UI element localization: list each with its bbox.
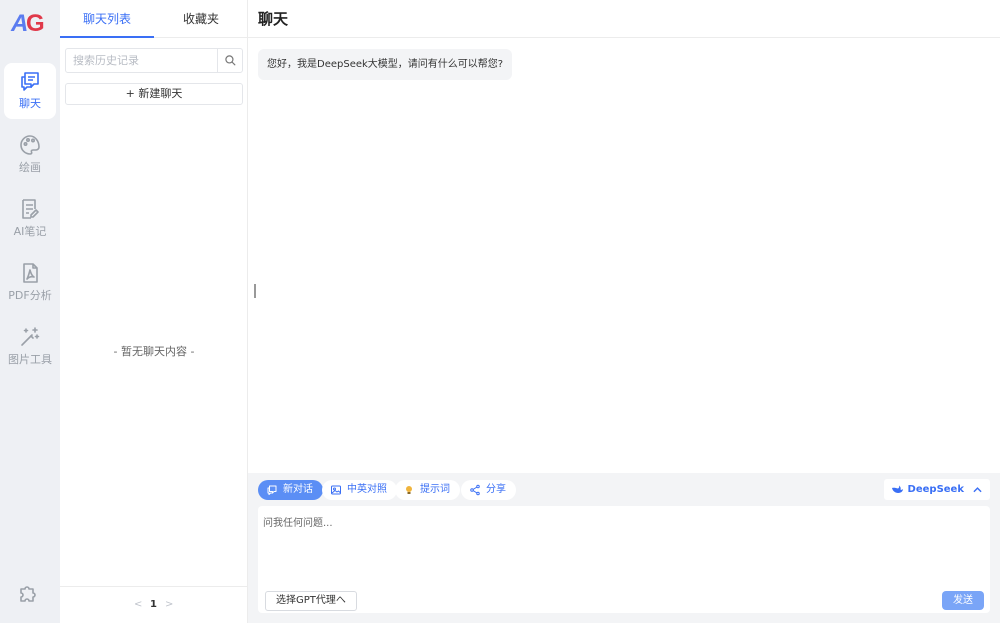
search-button[interactable] <box>217 49 242 72</box>
note-icon <box>22 199 39 219</box>
deepseek-whale-icon <box>891 485 903 493</box>
prompts-button[interactable]: 提示词 <box>395 480 460 500</box>
next-page-button[interactable]: > <box>165 599 173 610</box>
nav-item-pdf[interactable]: PDF分析 <box>4 255 56 311</box>
pdf-icon <box>23 263 38 283</box>
image-icon <box>331 485 341 495</box>
page-title: 聊天 <box>258 10 289 28</box>
logo-letter-a: A <box>11 10 28 37</box>
new-chat-button[interactable]: + 新建聊天 <box>65 83 243 105</box>
new-conversation-button[interactable]: 新对话 <box>258 480 323 500</box>
main-chat-area: 聊天 您好，我是DeepSeek大模型，请问有什么可以帮您? 新对话 中英对照 … <box>248 0 1000 623</box>
history-search <box>65 48 243 73</box>
history-search-input[interactable] <box>66 49 217 72</box>
nav-item-label: AI笔记 <box>13 225 47 238</box>
tab-chat-list[interactable]: 聊天列表 <box>60 0 154 38</box>
plugin-button[interactable] <box>17 581 41 608</box>
logo-letter-g: G <box>26 10 45 37</box>
chat-list-panel: 聊天列表 收藏夹 + 新建聊天 - 暂无聊天内容 - < 1 > <box>60 0 248 623</box>
nav-item-label: PDF分析 <box>8 289 52 302</box>
message-input-box: 选择GPT代理へ 发送 <box>258 506 990 613</box>
chip-label: 提示词 <box>420 484 450 495</box>
nav-item-image-tools[interactable]: 图片工具 <box>4 319 56 375</box>
nav-item-notes[interactable]: AI笔记 <box>4 191 56 247</box>
share-icon <box>470 484 480 496</box>
tab-favorites[interactable]: 收藏夹 <box>154 0 248 38</box>
chip-label: 分享 <box>486 484 506 495</box>
message-input[interactable] <box>258 506 990 576</box>
chip-label: 新对话 <box>283 484 313 495</box>
puzzle-icon <box>20 586 36 602</box>
pagination: < 1 > <box>60 586 248 623</box>
empty-state-text: - 暂无聊天内容 - <box>113 345 195 358</box>
chip-label: 中英对照 <box>347 484 387 495</box>
chevron-up-icon <box>973 487 982 493</box>
page-number[interactable]: 1 <box>150 599 157 610</box>
list-tabs: 聊天列表 收藏夹 <box>60 0 248 38</box>
assistant-message: 您好，我是DeepSeek大模型，请问有什么可以帮您? <box>258 49 513 80</box>
nav-item-chat[interactable]: 聊天 <box>4 63 56 119</box>
composer: 新对话 中英对照 提示词 分享 DeepSeek 问我任何问题... 选择GPT… <box>248 473 1000 623</box>
bulb-icon <box>406 486 412 494</box>
nav-item-label: 图片工具 <box>8 353 52 366</box>
search-icon <box>225 55 236 66</box>
model-label: DeepSeek <box>907 484 964 495</box>
nav-item-label: 聊天 <box>19 97 41 110</box>
bilingual-button[interactable]: 中英对照 <box>322 480 397 500</box>
chat-icon <box>21 72 39 91</box>
prev-page-button[interactable]: < <box>134 599 142 610</box>
nav-rail: A G 聊天 绘画 AI笔记 PDF分析 图片工具 <box>0 0 60 623</box>
nav-item-paint[interactable]: 绘画 <box>4 127 56 183</box>
nav-item-label: 绘画 <box>19 161 41 174</box>
send-button[interactable]: 发送 <box>942 591 984 610</box>
magic-wand-icon <box>21 327 40 346</box>
resize-handle[interactable] <box>254 284 256 298</box>
palette-icon <box>20 135 40 155</box>
gpt-proxy-selector[interactable]: 选择GPT代理へ <box>265 591 357 611</box>
app-logo[interactable]: A G <box>11 10 49 37</box>
share-button[interactable]: 分享 <box>461 480 516 500</box>
model-selector[interactable]: DeepSeek <box>883 479 990 500</box>
main-header: 聊天 <box>248 0 1000 38</box>
new-chat-icon <box>267 485 277 495</box>
